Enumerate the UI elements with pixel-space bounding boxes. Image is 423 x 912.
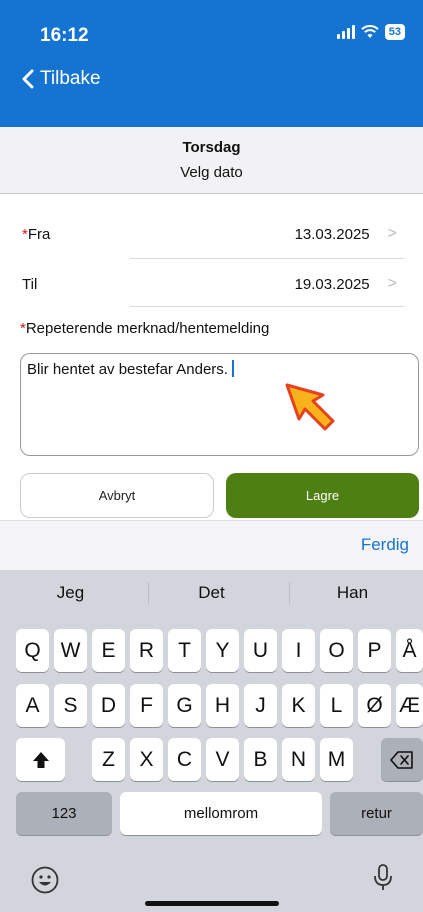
from-value-wrap: 13.03.2025 >: [295, 225, 397, 243]
key[interactable]: Q: [16, 629, 49, 672]
backspace-key[interactable]: [381, 738, 423, 781]
shift-icon: [32, 751, 49, 768]
from-label: Fra: [27, 225, 51, 243]
memo-label-wrap: *Repeterende merknad/hentemelding: [20, 320, 269, 337]
key[interactable]: X: [130, 738, 163, 781]
date-header: Torsdag Velg dato: [0, 127, 423, 194]
key[interactable]: Ø: [358, 684, 391, 727]
pointer-arrow-icon: [285, 383, 335, 431]
wifi-icon: [361, 25, 379, 38]
key[interactable]: K: [282, 684, 315, 727]
key[interactable]: J: [244, 684, 277, 727]
battery-icon: 53: [384, 24, 405, 40]
chevron-right-icon: >: [387, 275, 397, 292]
keyboard: Jeg Det Han Q W E R T Y U I O P Å A S D …: [0, 570, 423, 912]
key[interactable]: Y: [206, 629, 239, 672]
key[interactable]: B: [244, 738, 277, 781]
done-button[interactable]: Ferdig: [361, 535, 409, 555]
return-key[interactable]: retur: [330, 792, 423, 835]
key[interactable]: I: [282, 629, 315, 672]
from-date-row[interactable]: *Fra 13.03.2025 >: [22, 209, 405, 259]
key[interactable]: M: [320, 738, 353, 781]
key[interactable]: W: [54, 629, 87, 672]
to-date-row[interactable]: Til 19.03.2025 >: [22, 259, 405, 309]
suggestion[interactable]: Jeg: [0, 583, 141, 603]
key[interactable]: G: [168, 684, 201, 727]
save-button[interactable]: Lagre: [226, 473, 419, 518]
key[interactable]: F: [130, 684, 163, 727]
memo-text: Blir hentet av bestefar Anders.: [27, 361, 228, 378]
key[interactable]: U: [244, 629, 277, 672]
to-label: Til: [22, 275, 38, 293]
key[interactable]: L: [320, 684, 353, 727]
key[interactable]: Å: [396, 629, 423, 672]
suggestion[interactable]: Han: [282, 583, 423, 603]
home-indicator: [145, 901, 279, 906]
to-value-wrap: 19.03.2025 >: [295, 275, 397, 293]
memo-label: Repeterende merknad/hentemelding: [25, 320, 270, 337]
space-key[interactable]: mellomrom: [120, 792, 322, 835]
keyboard-toolbar: Ferdig: [0, 520, 423, 570]
chevron-right-icon: >: [387, 225, 397, 242]
day-title: Torsdag: [182, 139, 241, 156]
shift-key[interactable]: [16, 738, 65, 781]
key[interactable]: Æ: [396, 684, 423, 727]
key[interactable]: P: [358, 629, 391, 672]
key[interactable]: S: [54, 684, 87, 727]
back-button[interactable]: Tilbake: [22, 68, 101, 90]
status-time: 16:12: [40, 25, 89, 46]
top-bar: 16:12 53 Tilbake: [0, 0, 423, 127]
key[interactable]: H: [206, 684, 239, 727]
key[interactable]: E: [92, 629, 125, 672]
microphone-icon[interactable]: [373, 863, 393, 893]
back-label: Tilbake: [40, 68, 101, 89]
key[interactable]: D: [92, 684, 125, 727]
suggestion-bar: Jeg Det Han: [0, 570, 423, 616]
key[interactable]: V: [206, 738, 239, 781]
memo-textarea[interactable]: Blir hentet av bestefar Anders.: [20, 353, 419, 456]
backspace-icon: [390, 750, 413, 769]
key[interactable]: R: [130, 629, 163, 672]
key[interactable]: O: [320, 629, 353, 672]
signal-icon: [336, 25, 355, 39]
divider: [289, 582, 290, 604]
memo-form: *Fra 13.03.2025 > Til 19.03.2025 > *Repe…: [0, 194, 423, 520]
to-date-value: 19.03.2025: [294, 275, 370, 293]
divider: [148, 582, 149, 604]
text-caret: [231, 360, 234, 377]
numbers-key[interactable]: 123: [16, 792, 112, 835]
key[interactable]: C: [168, 738, 201, 781]
key[interactable]: A: [16, 684, 49, 727]
emoji-icon[interactable]: [30, 865, 60, 895]
suggestion[interactable]: Det: [141, 583, 282, 603]
cancel-button[interactable]: Avbryt: [20, 473, 214, 518]
status-icons: 53: [336, 24, 405, 40]
from-label-wrap: *Fra: [22, 226, 50, 243]
select-date-label[interactable]: Velg dato: [0, 164, 423, 181]
from-date-value: 13.03.2025: [294, 225, 370, 243]
divider: [130, 306, 405, 307]
key[interactable]: N: [282, 738, 315, 781]
key[interactable]: T: [168, 629, 201, 672]
key[interactable]: Z: [92, 738, 125, 781]
back-chevron-icon: [22, 69, 34, 89]
